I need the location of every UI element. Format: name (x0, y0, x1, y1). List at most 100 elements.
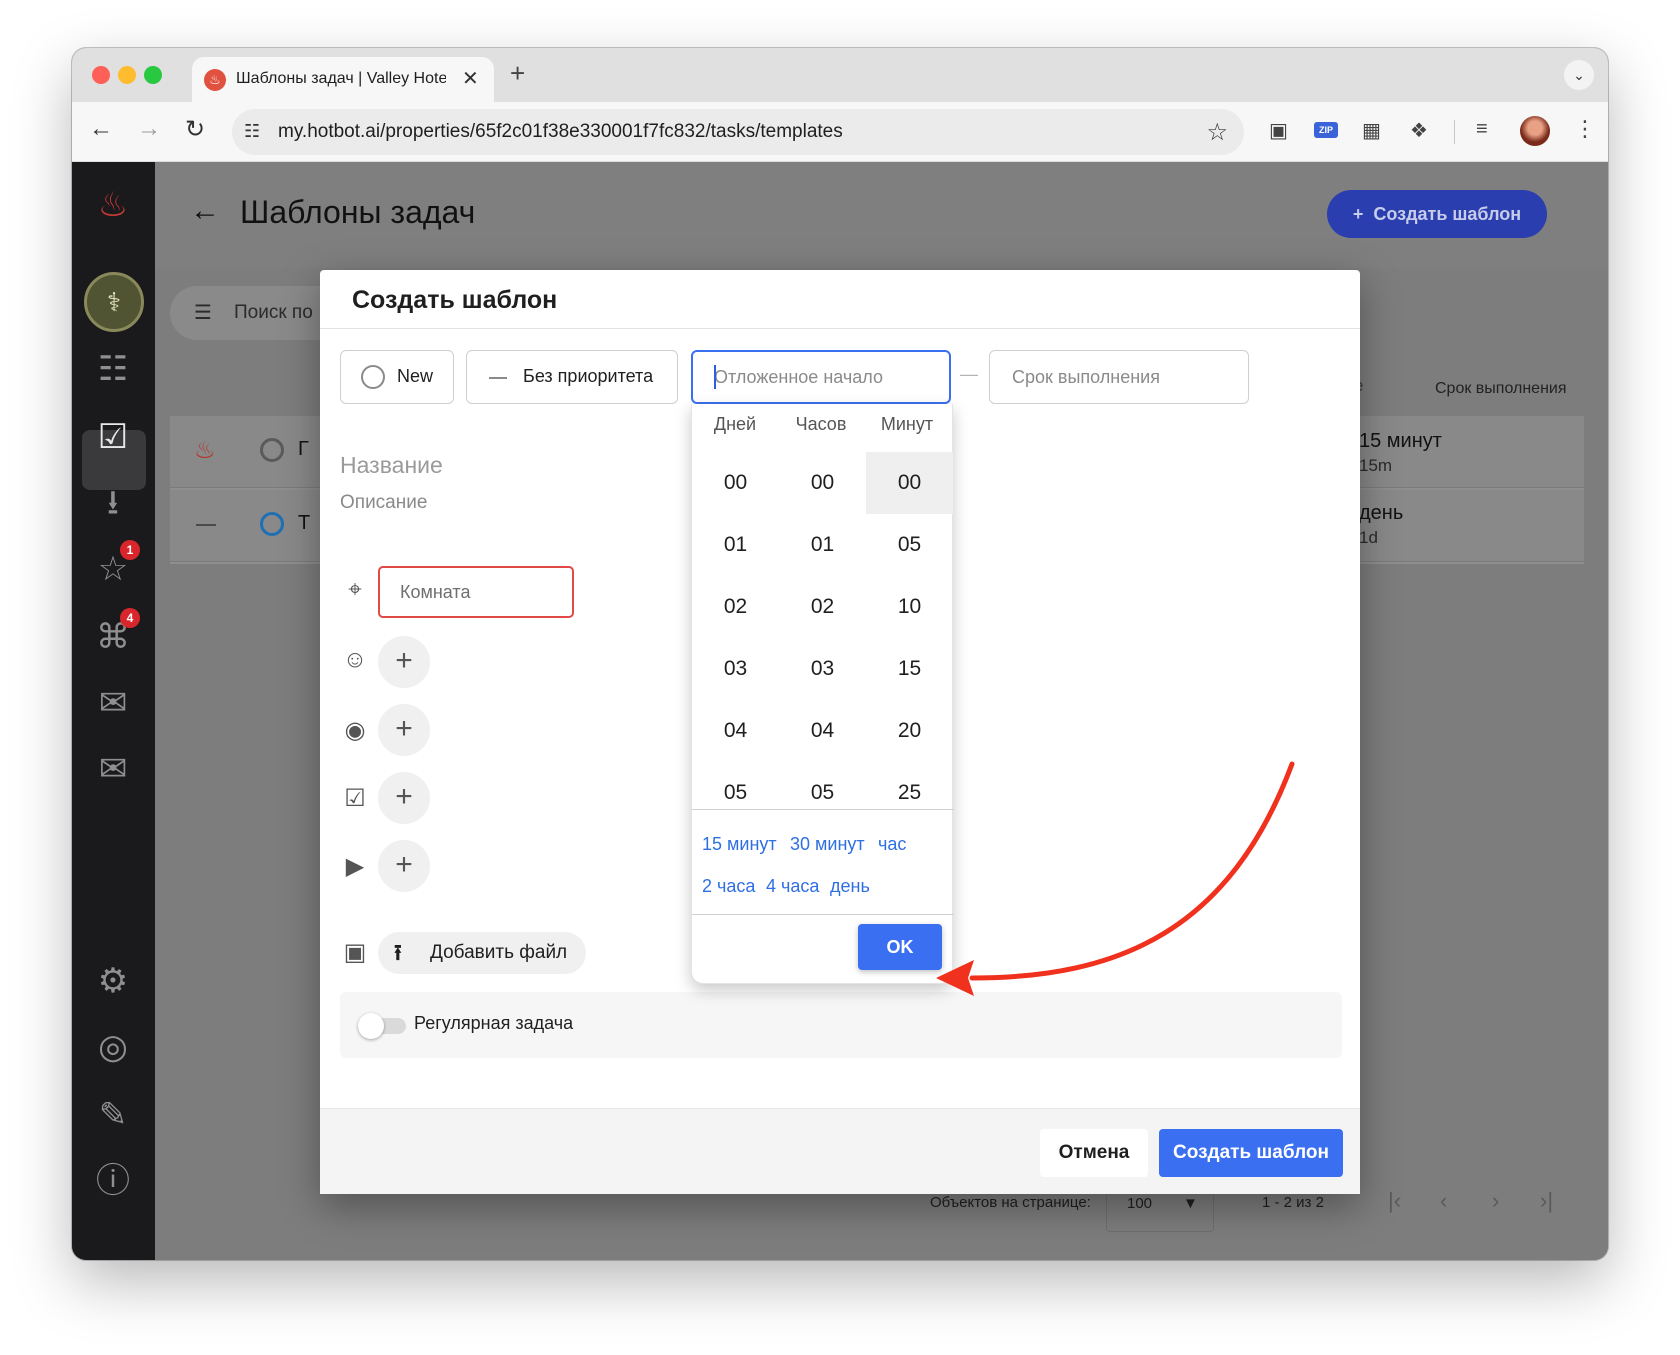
maximize-window-button[interactable] (144, 66, 162, 84)
mail-icon[interactable]: ✉ (90, 680, 136, 726)
days-option[interactable]: 05 (692, 762, 779, 824)
days-option[interactable]: 02 (692, 576, 779, 638)
minutes-option[interactable]: 10 (866, 576, 953, 638)
title-input[interactable]: Название (340, 452, 443, 479)
add-checklist-button[interactable]: + (378, 772, 430, 824)
back-button[interactable]: ← (86, 115, 116, 143)
minutes-option-selected[interactable]: 00 (866, 452, 953, 514)
hours-option[interactable]: 02 (779, 576, 866, 638)
site-settings-icon[interactable]: ☷ (244, 121, 260, 142)
next-page-icon[interactable]: › (1492, 1188, 1499, 1214)
url-text: my.hotbot.ai/properties/65f2c01f38e33000… (278, 121, 843, 142)
reload-button[interactable]: ↻ (180, 115, 210, 144)
days-option[interactable]: 01 (692, 514, 779, 576)
status-circle-icon[interactable] (260, 512, 284, 536)
forward-button[interactable]: → (134, 115, 164, 143)
minutes-option[interactable]: 20 (866, 700, 953, 762)
column-header-due: Срок выполнения (1435, 380, 1567, 397)
row-title-partial: Г (298, 438, 309, 460)
dialog-footer: Отмена Создать шаблон (320, 1108, 1360, 1194)
days-column-header: Дней (713, 414, 757, 434)
add-watcher-button[interactable]: + (378, 704, 430, 756)
search-placeholder: Поиск по (234, 302, 313, 323)
prev-page-icon[interactable]: ‹ (1440, 1188, 1447, 1214)
add-tag-button[interactable]: + (378, 840, 430, 892)
add-assignee-button[interactable]: + (378, 636, 430, 688)
preset-day-link[interactable]: день (830, 876, 870, 897)
priority-select[interactable]: Без приоритета (466, 350, 678, 404)
days-option[interactable]: 00 (692, 452, 779, 514)
zip-extension-icon[interactable]: ZIP (1314, 122, 1338, 138)
minutes-option[interactable]: 15 (866, 638, 953, 700)
chat-icon[interactable]: ✉ (90, 746, 136, 792)
bookmark-star-icon[interactable]: ☆ (1206, 118, 1228, 147)
last-page-icon[interactable]: ›| (1540, 1188, 1553, 1214)
back-arrow-icon[interactable]: ← (190, 194, 220, 228)
location-pin-icon: ⌖ (348, 576, 362, 603)
picker-ok-button[interactable]: OK (858, 924, 942, 970)
address-bar[interactable]: ☷ my.hotbot.ai/properties/65f2c01f38e330… (232, 109, 1244, 155)
browser-window: ♨ Шаблоны задач | Valley Hotel ✕ + ⌄ ← →… (72, 48, 1608, 1260)
inbox-badge: 1 (120, 540, 140, 560)
preset-hour-link[interactable]: час (878, 834, 906, 855)
add-file-button[interactable]: ⭱ Добавить файл (378, 932, 586, 974)
media-control-icon[interactable]: ≡ (1476, 118, 1488, 141)
days-option[interactable]: 03 (692, 638, 779, 700)
settings-gear-icon[interactable]: ⚙ (90, 958, 136, 1004)
status-circle-icon[interactable] (260, 438, 284, 462)
recurring-section: Регулярная задача (340, 992, 1342, 1058)
minutes-option[interactable]: 25 (866, 762, 953, 824)
inbox-download-icon[interactable]: ⭳ (90, 480, 136, 526)
picker-divider (692, 914, 954, 915)
description-input[interactable]: Описание (340, 492, 427, 514)
qr-code-extension-icon[interactable]: ▦ (1362, 118, 1381, 143)
cancel-button[interactable]: Отмена (1040, 1129, 1148, 1177)
dialog-title: Создать шаблон (352, 286, 558, 314)
priority-flame-icon: ♨ (194, 437, 216, 464)
property-avatar[interactable]: ⚕ (84, 272, 144, 332)
room-input[interactable]: Комната (378, 566, 574, 618)
tab-search-chevron-icon[interactable]: ⌄ (1564, 60, 1594, 90)
tasks-checkbox-icon[interactable]: ☑ (90, 414, 136, 460)
status-select[interactable]: New (340, 350, 454, 404)
hours-option[interactable]: 04 (779, 700, 866, 762)
preset-2-hours-link[interactable]: 2 часа (702, 876, 755, 897)
tag-label-icon: ▶ (345, 853, 365, 880)
camera-extension-icon[interactable]: ▣ (1269, 118, 1288, 143)
due-date-input[interactable]: Срок выполнения (989, 350, 1249, 404)
duration-picker: Дней Часов Минут 00 01 02 03 04 05 00 01… (691, 404, 954, 984)
row-due: день (1359, 502, 1404, 524)
create-template-button[interactable]: + Создать шаблон (1327, 190, 1547, 238)
per-page-label: Объектов на странице: (930, 1194, 1091, 1211)
hotbot-logo-icon[interactable]: ♨ (90, 182, 136, 228)
preset-15-min-link[interactable]: 15 минут (702, 834, 777, 855)
delayed-start-input[interactable]: Отложенное начало (691, 350, 951, 404)
hours-option[interactable]: 01 (779, 514, 866, 576)
profile-avatar[interactable] (1520, 116, 1550, 146)
hours-option[interactable]: 03 (779, 638, 866, 700)
analytics-chart-icon[interactable]: ☷ (90, 346, 136, 392)
submit-create-template-button[interactable]: Создать шаблон (1159, 1129, 1343, 1177)
browser-tab[interactable]: ♨ Шаблоны задач | Valley Hotel ✕ (192, 57, 494, 102)
row-due-short: 15m (1359, 456, 1393, 475)
close-window-button[interactable] (92, 66, 110, 84)
hours-option[interactable]: 05 (779, 762, 866, 824)
recurring-toggle[interactable] (358, 1013, 384, 1039)
preset-30-min-link[interactable]: 30 минут (790, 834, 865, 855)
edit-pencil-icon[interactable]: ✎ (90, 1092, 136, 1138)
row-title-partial: Т (298, 512, 311, 534)
new-tab-button[interactable]: + (510, 58, 525, 89)
range-separator: — (960, 364, 978, 384)
account-icon[interactable]: ◎ (90, 1024, 136, 1070)
hours-option[interactable]: 00 (779, 452, 866, 514)
browser-menu-icon[interactable]: ⋮ (1574, 116, 1596, 142)
minutes-option[interactable]: 05 (866, 514, 953, 576)
minimize-window-button[interactable] (118, 66, 136, 84)
first-page-icon[interactable]: |‹ (1388, 1188, 1401, 1214)
days-option[interactable]: 04 (692, 700, 779, 762)
help-icon[interactable]: ⓘ (90, 1158, 136, 1204)
preset-4-hours-link[interactable]: 4 часа (766, 876, 819, 897)
row-due: 15 минут (1359, 430, 1442, 452)
close-tab-icon[interactable]: ✕ (462, 66, 479, 91)
extensions-puzzle-icon[interactable]: ❖ (1410, 118, 1428, 143)
